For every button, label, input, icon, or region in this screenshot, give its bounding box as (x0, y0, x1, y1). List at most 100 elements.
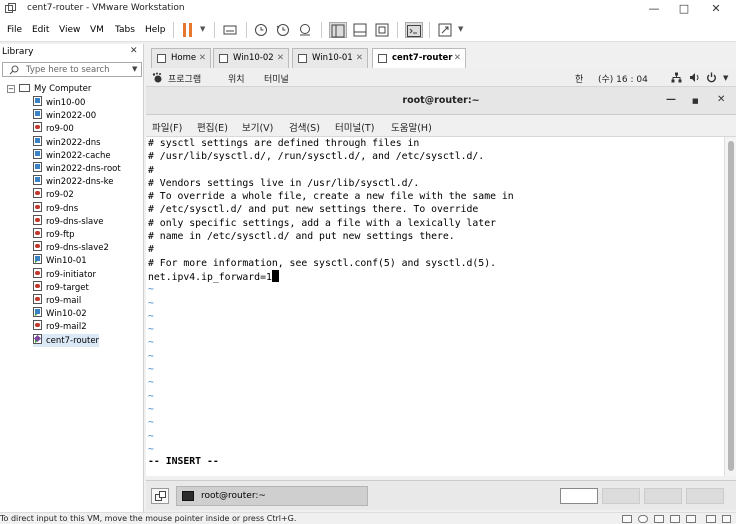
display-icon[interactable] (706, 515, 716, 523)
workspace-4[interactable] (686, 488, 724, 504)
vm-list-item[interactable]: win2022-dns (33, 135, 101, 149)
home-icon (157, 54, 166, 63)
empty-line-marker: ~ (148, 443, 154, 455)
taskbar-item-terminal[interactable]: root@router:~ (176, 486, 368, 506)
snapshot-button[interactable] (253, 22, 271, 38)
scrollbar-thumb[interactable] (728, 141, 734, 471)
vm-list-item[interactable]: ro9-02 (33, 188, 74, 201)
tab-win10-01[interactable]: Win10-01 ✕ (292, 48, 368, 68)
tab-close-icon[interactable]: ✕ (356, 49, 363, 68)
system-menu-arrow-icon[interactable]: ▼ (723, 74, 728, 82)
minimize-button[interactable]: — (640, 0, 668, 18)
input-method-indicator[interactable]: 한 (575, 72, 583, 85)
terminal-line: # sysctl settings are defined through fi… (148, 138, 420, 149)
library-search-input[interactable]: Type here to search ▼ (2, 62, 142, 77)
hdd-icon[interactable] (622, 515, 632, 523)
terminal-output[interactable]: # sysctl settings are defined through fi… (146, 137, 724, 476)
show-desktop-button[interactable] (151, 488, 169, 504)
vm-icon (33, 280, 42, 291)
menu-tabs[interactable]: Tabs (115, 25, 135, 35)
vm-icon (33, 135, 42, 146)
vm-list-item[interactable]: Win10-01 (33, 254, 87, 267)
workspace-1[interactable] (560, 488, 598, 504)
thumbnail-bar-button[interactable] (352, 22, 370, 38)
window-title: cent7-router - VMware Workstation (27, 3, 185, 13)
network-adapter-2-icon[interactable] (670, 515, 680, 523)
pause-dropdown-icon[interactable]: ▼ (200, 25, 205, 33)
maximize-button[interactable]: □ (670, 0, 698, 18)
vm-list-item[interactable]: win10-00 (33, 96, 85, 109)
library-close-icon[interactable]: ✕ (130, 46, 138, 56)
collapse-toggle-icon[interactable]: − (7, 85, 15, 93)
menu-edit[interactable]: Edit (32, 25, 49, 35)
revert-clock-icon (276, 24, 289, 36)
tab-close-icon[interactable]: ✕ (199, 49, 206, 68)
workspace-2[interactable] (602, 488, 640, 504)
vm-list-item[interactable]: ro9-ftp (33, 228, 75, 241)
message-log-icon[interactable] (722, 515, 731, 523)
menu-view[interactable]: View (59, 25, 80, 35)
vm-list-item[interactable]: ro9-target (33, 280, 89, 294)
terminal-menu-view[interactable]: 보기(V) (242, 120, 273, 134)
vm-list-item[interactable]: ro9-initiator (33, 267, 96, 281)
console-view-button[interactable] (405, 22, 423, 38)
vm-list-item[interactable]: win2022-dns-root (33, 162, 121, 175)
tab-close-icon[interactable]: ✕ (277, 49, 284, 68)
search-dropdown-icon[interactable]: ▼ (132, 65, 137, 73)
snapshot-manager-button[interactable] (297, 22, 315, 38)
empty-line-marker: ~ (148, 297, 154, 309)
vm-list-item[interactable]: win2022-cache (33, 148, 111, 162)
vm-list-item[interactable]: Win10-02 (33, 307, 87, 320)
gnome-places-menu[interactable]: 위치 (228, 72, 245, 85)
power-icon[interactable] (706, 72, 717, 83)
terminal-menu-search[interactable]: 검색(S) (289, 120, 320, 134)
stretch-dropdown-icon[interactable]: ▼ (458, 25, 463, 33)
terminal-line: # For more information, see sysctl.conf(… (148, 257, 496, 269)
full-screen-button[interactable] (374, 22, 392, 38)
menu-help[interactable]: Help (145, 25, 166, 35)
vm-list-item[interactable]: ro9-dns (33, 201, 78, 215)
terminal-menu-file[interactable]: 파일(F) (152, 120, 182, 134)
pause-button[interactable] (180, 22, 198, 38)
network-adapter-icon[interactable] (654, 515, 664, 523)
vm-list-item[interactable]: win2022-00 (33, 109, 96, 122)
vm-list-item[interactable]: ro9-dns-slave (33, 214, 104, 228)
close-button[interactable]: ✕ (702, 0, 730, 18)
gnome-terminal-menu[interactable]: 터미널 (264, 72, 289, 85)
terminal-menu-help[interactable]: 도움말(H) (391, 120, 432, 134)
tab-cent7-router[interactable]: cent7-router ✕ (372, 48, 466, 68)
tab-win10-02[interactable]: Win10-02 ✕ (213, 48, 289, 68)
terminal-menu-terminal[interactable]: 터미널(T) (335, 120, 374, 134)
terminal-line: # (148, 164, 154, 176)
terminal-scrollbar[interactable] (724, 137, 736, 476)
vm-list-item[interactable]: ro9-00 (33, 122, 74, 135)
volume-icon[interactable] (689, 72, 700, 83)
terminal-maximize-button[interactable]: ■ (692, 97, 699, 105)
revert-snapshot-button[interactable] (275, 22, 293, 38)
vm-list-item[interactable]: ro9-mail2 (33, 320, 87, 333)
stretch-guest-button[interactable] (437, 22, 455, 38)
network-adapter-3-icon[interactable] (686, 515, 696, 523)
terminal-close-button[interactable]: ✕ (717, 94, 725, 105)
library-panel: Library ✕ Type here to search ▼ − My Comp… (0, 44, 144, 512)
terminal-menu-edit[interactable]: 편집(E) (197, 120, 228, 134)
tab-home[interactable]: Home ✕ (151, 48, 211, 68)
vm-list-item[interactable]: cent7-router (33, 333, 100, 347)
terminal-minimize-button[interactable]: — (666, 94, 676, 105)
vm-list-item[interactable]: win2022-dns-ke (33, 175, 114, 188)
show-library-button[interactable] (329, 22, 347, 38)
tree-root-my-computer[interactable]: − My Computer (7, 83, 91, 96)
menu-vm[interactable]: VM (90, 25, 104, 35)
cd-icon[interactable] (638, 515, 648, 523)
send-ctrl-alt-del-button[interactable] (222, 22, 240, 38)
running-vm-icon (33, 333, 42, 344)
vm-list-item[interactable]: ro9-mail (33, 294, 81, 307)
network-icon[interactable] (671, 72, 682, 83)
vm-list-item-label: win2022-dns-root (46, 164, 121, 174)
menu-file[interactable]: File (7, 25, 22, 35)
gnome-applications-menu[interactable]: 프로그램 (168, 72, 201, 85)
workspace-3[interactable] (644, 488, 682, 504)
vm-list-item[interactable]: ro9-dns-slave2 (33, 241, 109, 254)
clock[interactable]: (수) 16 : 04 (598, 72, 648, 85)
tab-close-icon[interactable]: ✕ (454, 49, 461, 68)
